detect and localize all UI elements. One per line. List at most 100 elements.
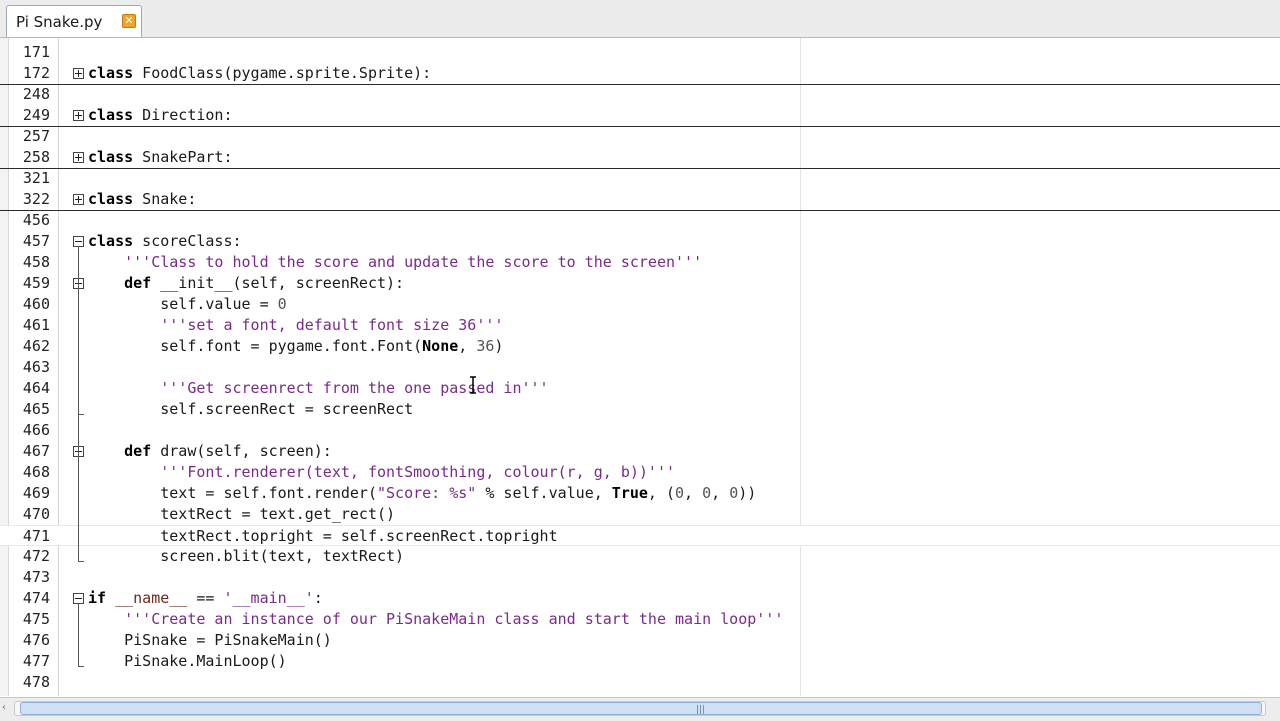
line-number: 465 <box>22 400 50 418</box>
line-number: 458 <box>22 253 50 271</box>
line-number: 469 <box>22 484 50 502</box>
line-number: 474 <box>22 589 50 607</box>
line-number: 258 <box>22 148 50 166</box>
code-text: screen.blit(text, textRect) <box>88 547 405 565</box>
line-number: 321 <box>22 169 50 187</box>
code-line[interactable]: 257 <box>0 126 1280 147</box>
code-line[interactable]: 171 <box>0 42 1280 63</box>
code-text: '''Font.renderer(text, fontSmoothing, co… <box>160 463 676 481</box>
code-line[interactable]: 477 PiSnake.MainLoop() <box>0 651 1280 672</box>
code-line[interactable]: 475 '''Create an instance of our PiSnake… <box>0 609 1280 630</box>
code-line[interactable]: 459 def __init__(self, screenRect): <box>0 273 1280 294</box>
code-text: text = self.font.render("Score: %s" % se… <box>88 484 757 502</box>
line-number: 478 <box>22 673 50 691</box>
code-line[interactable]: 456 <box>0 210 1280 231</box>
line-number: 459 <box>22 274 50 292</box>
close-tab-icon[interactable]: ✕ <box>122 14 136 28</box>
fold-guide <box>78 604 79 666</box>
code-line[interactable]: 473 <box>0 567 1280 588</box>
code-line[interactable]: 472 screen.blit(text, textRect) <box>0 546 1280 567</box>
scrollbar-grip-icon: ||| <box>696 705 706 715</box>
line-number: 172 <box>22 64 50 82</box>
code-text: '''set a font, default font size 36''' <box>160 316 504 334</box>
code-line[interactable]: 249 class Direction: <box>0 105 1280 127</box>
code-text: class scoreClass: <box>88 232 242 250</box>
code-line[interactable]: 466 <box>0 420 1280 441</box>
line-number: 171 <box>22 43 50 61</box>
text-cursor-icon <box>470 376 476 394</box>
line-number: 473 <box>22 568 50 586</box>
code-line[interactable]: 469 text = self.font.render("Score: %s" … <box>0 483 1280 504</box>
code-line[interactable]: 258 class SnakePart: <box>0 147 1280 169</box>
scrollbar-thumb[interactable]: ||| <box>20 702 1262 715</box>
code-line[interactable]: 464 '''Get screenrect from the one passe… <box>0 378 1280 399</box>
tab-pi-snake[interactable]: Pi Snake.py ✕ <box>6 5 142 37</box>
code-line[interactable]: 468 '''Font.renderer(text, fontSmoothing… <box>0 462 1280 483</box>
fold-guide-end <box>78 666 84 667</box>
code-text: if __name__ == '__main__': <box>88 589 323 607</box>
line-number: 461 <box>22 316 50 334</box>
line-number: 463 <box>22 358 50 376</box>
fold-guide <box>78 457 79 561</box>
code-line[interactable]: 460 self.value = 0 <box>0 294 1280 315</box>
code-text: def __init__(self, screenRect): <box>124 274 405 292</box>
code-line[interactable]: 465 self.screenRect = screenRect <box>0 399 1280 420</box>
code-text: class Direction: <box>88 106 233 124</box>
tab-bar: Pi Snake.py ✕ <box>0 0 1280 38</box>
code-text: self.font = pygame.font.Font(None, 36) <box>88 337 504 355</box>
fold-collapse-icon[interactable] <box>73 236 84 247</box>
code-editor[interactable]: 171 172 class FoodClass(pygame.sprite.Spri… <box>0 38 1280 696</box>
code-line[interactable]: 470 textRect = text.get_rect() <box>0 504 1280 525</box>
horizontal-scrollbar[interactable]: ‹ ||| <box>0 697 1280 721</box>
code-line[interactable]: 474 if __name__ == '__main__': <box>0 588 1280 609</box>
code-line[interactable]: 461 '''set a font, default font size 36'… <box>0 315 1280 336</box>
fold-expand-icon[interactable] <box>73 152 84 163</box>
code-line[interactable]: 172 class FoodClass(pygame.sprite.Sprite)… <box>0 63 1280 85</box>
code-text: PiSnake.MainLoop() <box>88 652 287 670</box>
code-line[interactable]: 478 <box>0 672 1280 693</box>
code-line[interactable]: 458 '''Class to hold the score and updat… <box>0 252 1280 273</box>
fold-collapse-icon[interactable] <box>73 593 84 604</box>
line-number: 472 <box>22 547 50 565</box>
line-number: 471 <box>22 527 50 545</box>
line-number: 466 <box>22 421 50 439</box>
code-line[interactable]: 322 class Snake: <box>0 189 1280 211</box>
code-text: '''Get screenrect from the one passed in… <box>160 379 549 397</box>
code-text: '''Class to hold the score and update th… <box>124 253 703 271</box>
code-line[interactable]: 471 textRect.topright = self.screenRect.… <box>0 525 1280 546</box>
fold-expand-icon[interactable] <box>73 110 84 121</box>
fold-guide <box>78 289 79 414</box>
line-number: 460 <box>22 295 50 313</box>
code-line[interactable]: 457 class scoreClass: <box>0 231 1280 252</box>
line-number: 249 <box>22 106 50 124</box>
fold-guide-end <box>78 561 84 562</box>
line-number: 475 <box>22 610 50 628</box>
code-line[interactable]: 463 <box>0 357 1280 378</box>
code-line[interactable]: 462 self.font = pygame.font.Font(None, 3… <box>0 336 1280 357</box>
line-number: 462 <box>22 337 50 355</box>
code-text: class Snake: <box>88 190 197 208</box>
tab-title: Pi Snake.py <box>16 13 103 31</box>
scroll-left-icon[interactable]: ‹ <box>2 702 12 716</box>
code-text: self.value = 0 <box>88 295 287 313</box>
fold-guide-end <box>78 414 84 415</box>
fold-expand-icon[interactable] <box>73 194 84 205</box>
code-line[interactable]: 467 def draw(self, screen): <box>0 441 1280 462</box>
code-text: self.screenRect = screenRect <box>88 400 414 418</box>
code-text: textRect = text.get_rect() <box>88 505 396 523</box>
line-number: 457 <box>22 232 50 250</box>
code-line[interactable]: 248 <box>0 84 1280 105</box>
line-number: 322 <box>22 190 50 208</box>
code-line[interactable]: 476 PiSnake = PiSnakeMain() <box>0 630 1280 651</box>
code-text: class FoodClass(pygame.sprite.Sprite): <box>88 64 432 82</box>
code-line[interactable]: 321 <box>0 168 1280 189</box>
fold-expand-icon[interactable] <box>73 68 84 79</box>
line-number: 476 <box>22 631 50 649</box>
line-number: 248 <box>22 85 50 103</box>
line-number: 456 <box>22 211 50 229</box>
line-number: 464 <box>22 379 50 397</box>
code-text: '''Create an instance of our PiSnakeMain… <box>124 610 784 628</box>
line-number: 468 <box>22 463 50 481</box>
line-number: 470 <box>22 505 50 523</box>
line-number: 467 <box>22 442 50 460</box>
